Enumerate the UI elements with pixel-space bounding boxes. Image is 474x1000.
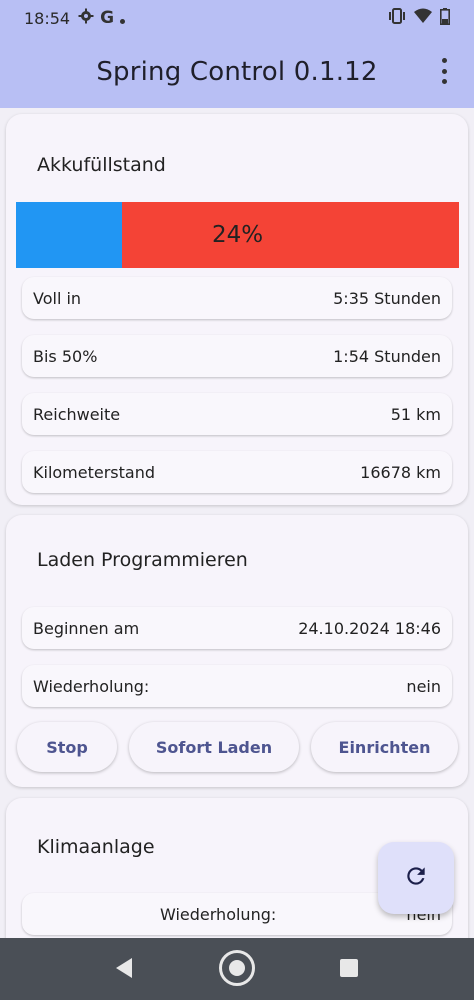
row-value: nein <box>406 676 441 696</box>
row-label: Voll in <box>33 288 82 308</box>
row-odometer: Kilometerstand 16678 km <box>22 451 452 493</box>
wifi-icon <box>414 8 432 28</box>
stop-button[interactable]: Stop <box>17 722 117 772</box>
setup-button[interactable]: Einrichten <box>311 722 458 772</box>
home-icon[interactable] <box>219 950 255 986</box>
refresh-button[interactable] <box>378 842 454 914</box>
recents-icon[interactable] <box>340 959 358 977</box>
more-options-icon[interactable] <box>438 58 450 84</box>
vibrate-icon <box>388 8 406 28</box>
row-label: Reichweite <box>33 404 121 424</box>
status-icons <box>388 7 450 29</box>
home-dot <box>229 960 245 976</box>
row-label: Wiederholung: <box>33 676 150 696</box>
dot-icon <box>120 9 126 28</box>
app-title: Spring Control 0.1.12 <box>96 57 378 87</box>
climate-card-title: Klimaanlage <box>37 836 155 858</box>
row-label: Beginnen am <box>33 618 140 638</box>
status-time: 18:54 <box>24 8 71 28</box>
battery-level-text: 24% <box>211 222 264 248</box>
row-label: Wiederholung: <box>160 904 277 924</box>
row-label: Bis 50% <box>33 346 98 366</box>
google-icon: G <box>100 8 115 28</box>
app-bar: Spring Control 0.1.12 <box>0 36 474 108</box>
charge-card-title: Laden Programmieren <box>37 549 248 571</box>
row-value: 1:54 Stunden <box>333 346 441 366</box>
battery-card: Akkufüllstand 24% Voll in 5:35 Stunden B… <box>6 114 468 505</box>
row-full-in: Voll in 5:35 Stunden <box>22 277 452 319</box>
refresh-icon <box>403 863 429 893</box>
row-value: 24.10.2024 18:46 <box>298 618 441 638</box>
row-value: 5:35 Stunden <box>333 288 441 308</box>
navigation-bar <box>0 938 474 1000</box>
row-start-at: Beginnen am 24.10.2024 18:46 <box>22 607 452 649</box>
row-repeat: Wiederholung: nein <box>22 665 452 707</box>
row-label: Kilometerstand <box>33 462 156 482</box>
back-icon[interactable] <box>116 958 132 978</box>
charge-now-button[interactable]: Sofort Laden <box>129 722 299 772</box>
content-area[interactable]: Akkufüllstand 24% Voll in 5:35 Stunden B… <box>0 108 474 938</box>
battery-card-title: Akkufüllstand <box>37 154 166 176</box>
gear-icon <box>78 8 94 28</box>
battery-icon <box>440 7 450 29</box>
status-bar: 18:54 G <box>0 0 474 36</box>
row-range: Reichweite 51 km <box>22 393 452 435</box>
row-value: 16678 km <box>360 462 441 482</box>
battery-level-bar: 24% <box>16 202 459 268</box>
row-until-50: Bis 50% 1:54 Stunden <box>22 335 452 377</box>
row-value: 51 km <box>390 404 441 424</box>
